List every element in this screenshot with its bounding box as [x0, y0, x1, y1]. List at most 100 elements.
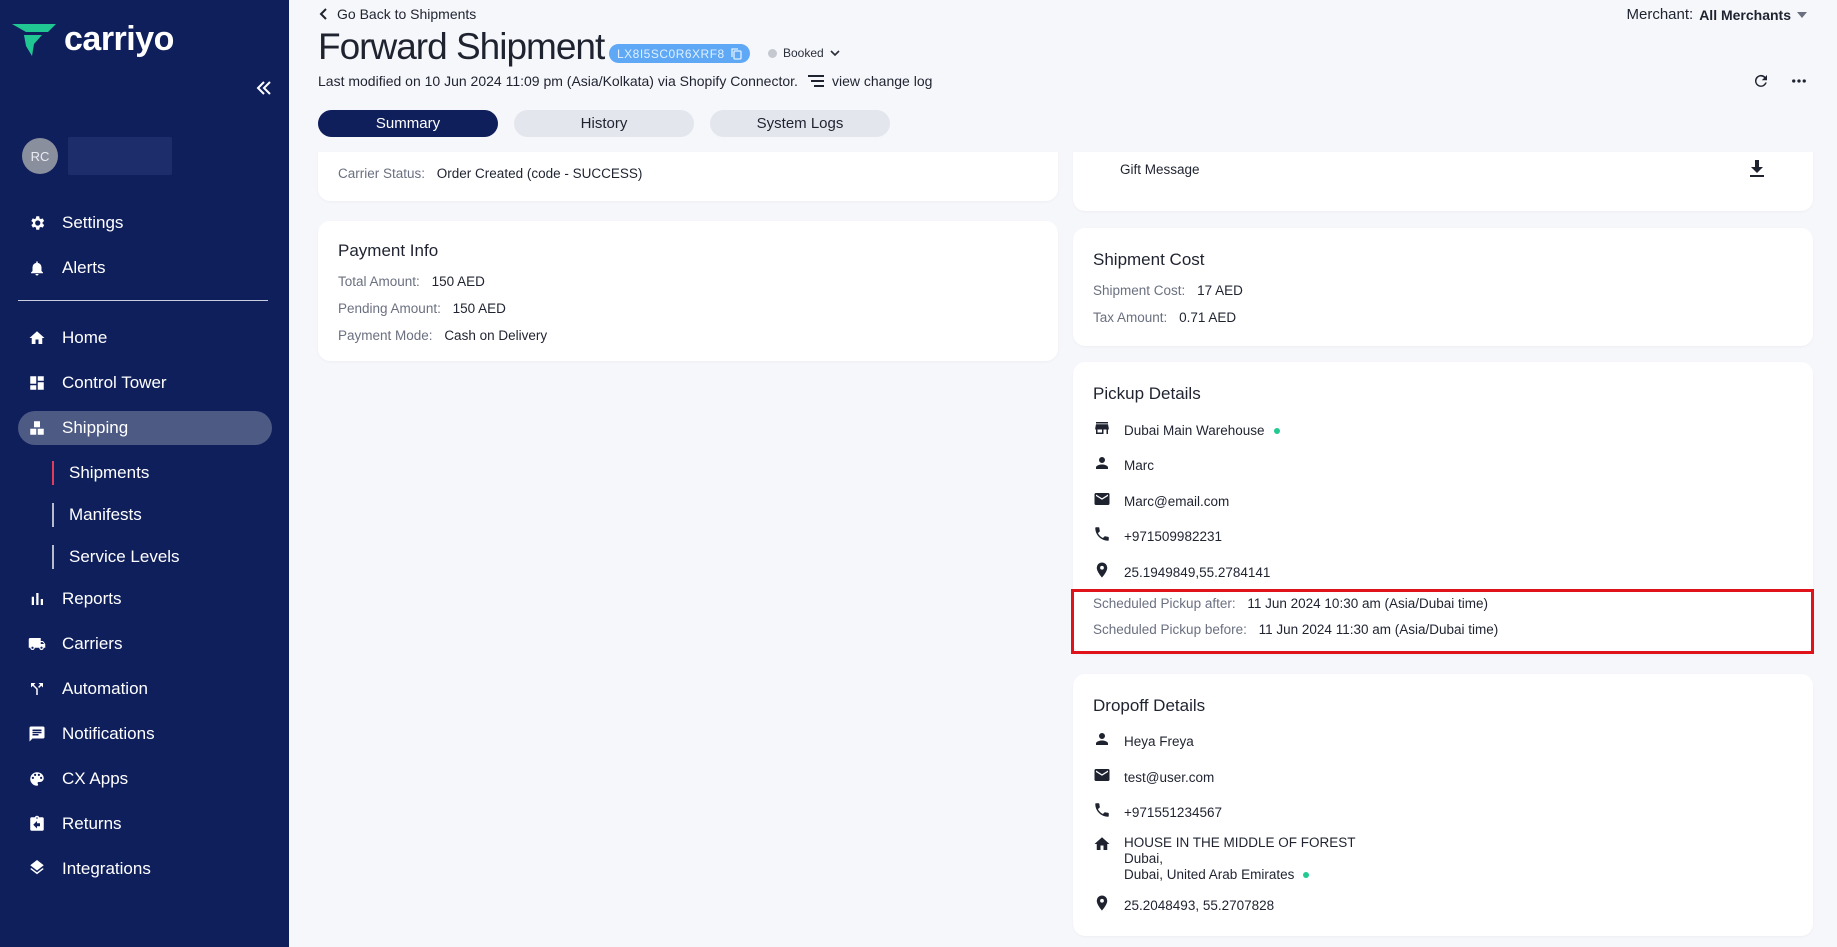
merchant-label: Merchant:: [1626, 6, 1694, 23]
payment-mode-label: Payment Mode:: [338, 328, 433, 343]
chevron-down-icon: [830, 50, 840, 56]
list-lines-icon: [808, 75, 824, 87]
sidebar-subitem-shipments[interactable]: Shipments: [52, 461, 149, 485]
shipment-details-card: Carrier Status: Order Created (code - SU…: [318, 152, 1058, 201]
dropoff-coordinates[interactable]: 25.2048493, 55.2707828: [1124, 898, 1274, 914]
fork-icon: [31, 683, 43, 695]
shipment-cost-card: Shipment Cost Shipment Cost: 17 AED Tax …: [1073, 228, 1813, 346]
status-dropdown[interactable]: Booked: [768, 46, 840, 60]
layers-icon: [30, 860, 44, 875]
sidebar-item-automation[interactable]: Automation: [18, 672, 272, 706]
address-line-1: HOUSE IN THE MIDDLE OF FOREST: [1124, 835, 1356, 850]
sidebar-item-label: Home: [62, 328, 108, 347]
active-status-dot: [1273, 428, 1280, 435]
pending-amount-label: Pending Amount:: [338, 301, 441, 316]
location-pin-icon: [1096, 895, 1108, 911]
status-label: Booked: [783, 46, 824, 60]
sidebar-item-label: Reports: [62, 589, 122, 608]
view-change-log-link[interactable]: view change log: [808, 73, 932, 89]
download-icon[interactable]: [1749, 160, 1765, 178]
sidebar-subitem-manifests[interactable]: Manifests: [52, 503, 142, 527]
subitem-label: Service Levels: [69, 547, 180, 566]
subitem-label: Manifests: [69, 505, 142, 524]
address-line-3-wrapper: Dubai, United Arab Emirates: [1124, 867, 1356, 883]
boxes-icon: [30, 421, 44, 435]
dashboard-icon: [30, 376, 44, 390]
gift-message-card: Gift Message: [1073, 152, 1813, 211]
carrier-status-label: Carrier Status:: [338, 166, 426, 181]
changelog-label: view change log: [832, 73, 933, 89]
back-link-label: Go Back to Shipments: [337, 6, 477, 22]
awb-badge[interactable]: LX8I5SC0R6XRF8: [609, 44, 750, 63]
pickup-phone[interactable]: +971509982231: [1124, 529, 1222, 545]
total-amount-label: Total Amount:: [338, 274, 420, 289]
highlight-annotation-box: [1071, 589, 1814, 654]
palette-icon: [30, 772, 44, 786]
brand-name: carriyo: [64, 20, 174, 58]
shipment-cost-value: 17 AED: [1197, 283, 1243, 298]
bell-icon: [31, 261, 43, 276]
caret-down-icon: [1797, 11, 1807, 18]
email-icon: [1094, 769, 1110, 781]
pickup-location-name: Dubai Main Warehouse: [1124, 423, 1265, 438]
pending-amount-row: Pending Amount: 150 AED: [338, 301, 506, 316]
person-icon: [1096, 733, 1108, 745]
pickup-contact: Marc: [1124, 458, 1154, 473]
sidebar-item-notifications[interactable]: Notifications: [18, 717, 272, 751]
verified-address-dot: [1303, 872, 1310, 879]
page-title: Forward Shipment: [318, 26, 605, 67]
pickup-coordinates[interactable]: 25.1949849,55.2784141: [1124, 565, 1270, 581]
tax-amount-value: 0.71 AED: [1179, 310, 1237, 325]
user-profile[interactable]: RC: [22, 137, 172, 175]
back-to-shipments-link[interactable]: Go Back to Shipments: [319, 6, 476, 22]
carriyo-logo-icon: [12, 23, 56, 56]
subitem-label: Shipments: [69, 463, 150, 482]
sidebar-item-cx-apps[interactable]: CX Apps: [18, 762, 272, 796]
shipment-cost-title: Shipment Cost: [1093, 250, 1205, 269]
sidebar-item-label: CX Apps: [62, 769, 129, 788]
tab-system-logs[interactable]: System Logs: [710, 110, 890, 137]
dropoff-details-title: Dropoff Details: [1093, 696, 1206, 715]
payment-mode-row: Payment Mode: Cash on Delivery: [338, 328, 547, 343]
sidebar-item-settings[interactable]: Settings: [18, 206, 272, 240]
sidebar-subitem-service-levels[interactable]: Service Levels: [52, 545, 180, 569]
sidebar-item-alerts[interactable]: Alerts: [18, 251, 272, 285]
sidebar-item-reports[interactable]: Reports: [18, 582, 272, 616]
merchant-selector[interactable]: Merchant: All Merchants: [1626, 6, 1807, 23]
tax-amount-row: Tax Amount: 0.71 AED: [1093, 310, 1236, 325]
avatar: RC: [22, 138, 58, 174]
collapse-sidebar-icon[interactable]: [254, 78, 274, 98]
sidebar: carriyo RC Settings Alerts Home Control …: [0, 0, 289, 947]
dropoff-details-card: Dropoff Details Heya Freya test@user.com…: [1073, 674, 1813, 936]
total-amount-row: Total Amount: 150 AED: [338, 274, 485, 289]
sidebar-item-carriers[interactable]: Carriers: [18, 627, 272, 661]
tab-summary[interactable]: Summary: [318, 110, 498, 137]
location-pin-icon: [1096, 562, 1108, 578]
sidebar-item-label: Control Tower: [62, 373, 167, 392]
tab-history[interactable]: History: [514, 110, 694, 137]
dropoff-phone[interactable]: +971551234567: [1124, 805, 1222, 821]
pickup-details-title: Pickup Details: [1093, 384, 1201, 403]
sidebar-item-integrations[interactable]: Integrations: [18, 852, 272, 886]
copy-icon[interactable]: [731, 47, 742, 60]
person-icon: [1096, 457, 1108, 469]
more-options-icon[interactable]: [1790, 72, 1808, 90]
dropoff-contact: Heya Freya: [1124, 734, 1194, 749]
sidebar-item-home[interactable]: Home: [18, 321, 272, 355]
carrier-status-value: Order Created (code - SUCCESS): [436, 166, 643, 181]
sidebar-item-shipping[interactable]: Shipping: [18, 411, 272, 445]
sidebar-divider: [18, 300, 268, 301]
refresh-icon[interactable]: [1752, 72, 1770, 90]
merchant-value[interactable]: All Merchants: [1699, 7, 1791, 23]
dropoff-email[interactable]: test@user.com: [1124, 770, 1214, 786]
pickup-location[interactable]: Dubai Main Warehouse: [1124, 423, 1280, 439]
status-dot: [768, 48, 777, 58]
phone-icon: [1095, 527, 1109, 541]
address-line-2: Dubai,: [1124, 851, 1164, 866]
address-line-3: Dubai, United Arab Emirates: [1124, 867, 1295, 882]
sidebar-item-returns[interactable]: Returns: [18, 807, 272, 841]
sidebar-item-control-tower[interactable]: Control Tower: [18, 366, 272, 400]
sidebar-item-label: Alerts: [62, 258, 106, 277]
carriyo-logo[interactable]: carriyo: [12, 20, 174, 59]
pickup-email[interactable]: Marc@email.com: [1124, 494, 1229, 510]
